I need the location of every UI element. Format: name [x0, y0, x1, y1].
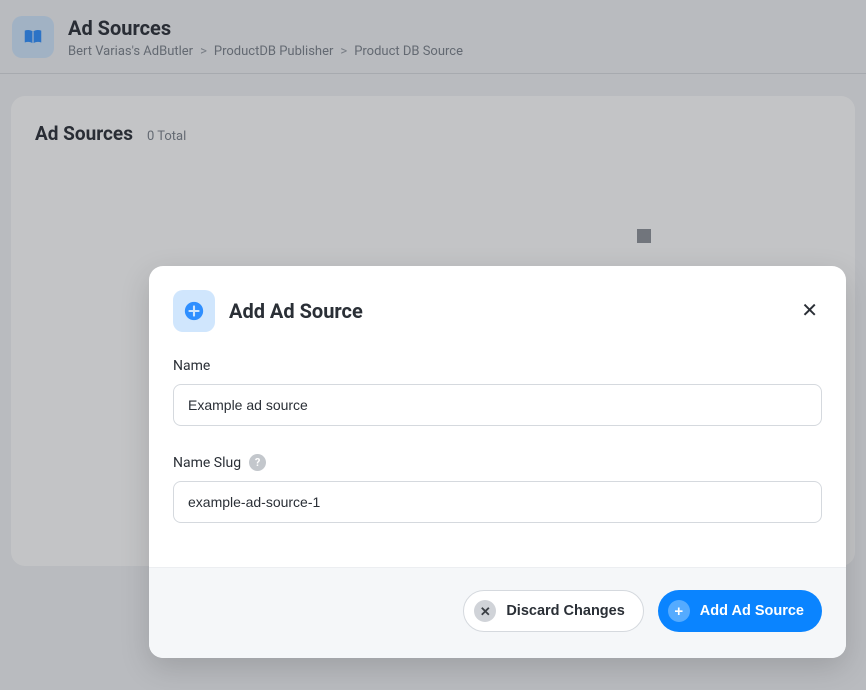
x-circle-icon: ✕	[474, 600, 496, 622]
modal-footer: ✕ Discard Changes + Add Ad Source	[149, 567, 846, 658]
plus-icon: +	[668, 600, 690, 622]
slug-input[interactable]	[173, 481, 822, 523]
name-input[interactable]	[173, 384, 822, 426]
add-ad-source-button[interactable]: + Add Ad Source	[658, 590, 822, 632]
name-label: Name	[173, 358, 822, 374]
slug-label: Name Slug	[173, 455, 241, 471]
close-icon: ✕	[801, 300, 818, 322]
discard-label: Discard Changes	[506, 603, 624, 619]
close-button[interactable]: ✕	[797, 297, 822, 325]
plus-circle-icon	[173, 290, 215, 332]
modal-title: Add Ad Source	[229, 299, 363, 323]
discard-button[interactable]: ✕ Discard Changes	[463, 590, 643, 632]
help-icon[interactable]: ?	[249, 454, 266, 471]
add-label: Add Ad Source	[700, 603, 804, 619]
add-ad-source-modal: Add Ad Source ✕ Name Name Slug ? ✕ Disca…	[149, 266, 846, 658]
